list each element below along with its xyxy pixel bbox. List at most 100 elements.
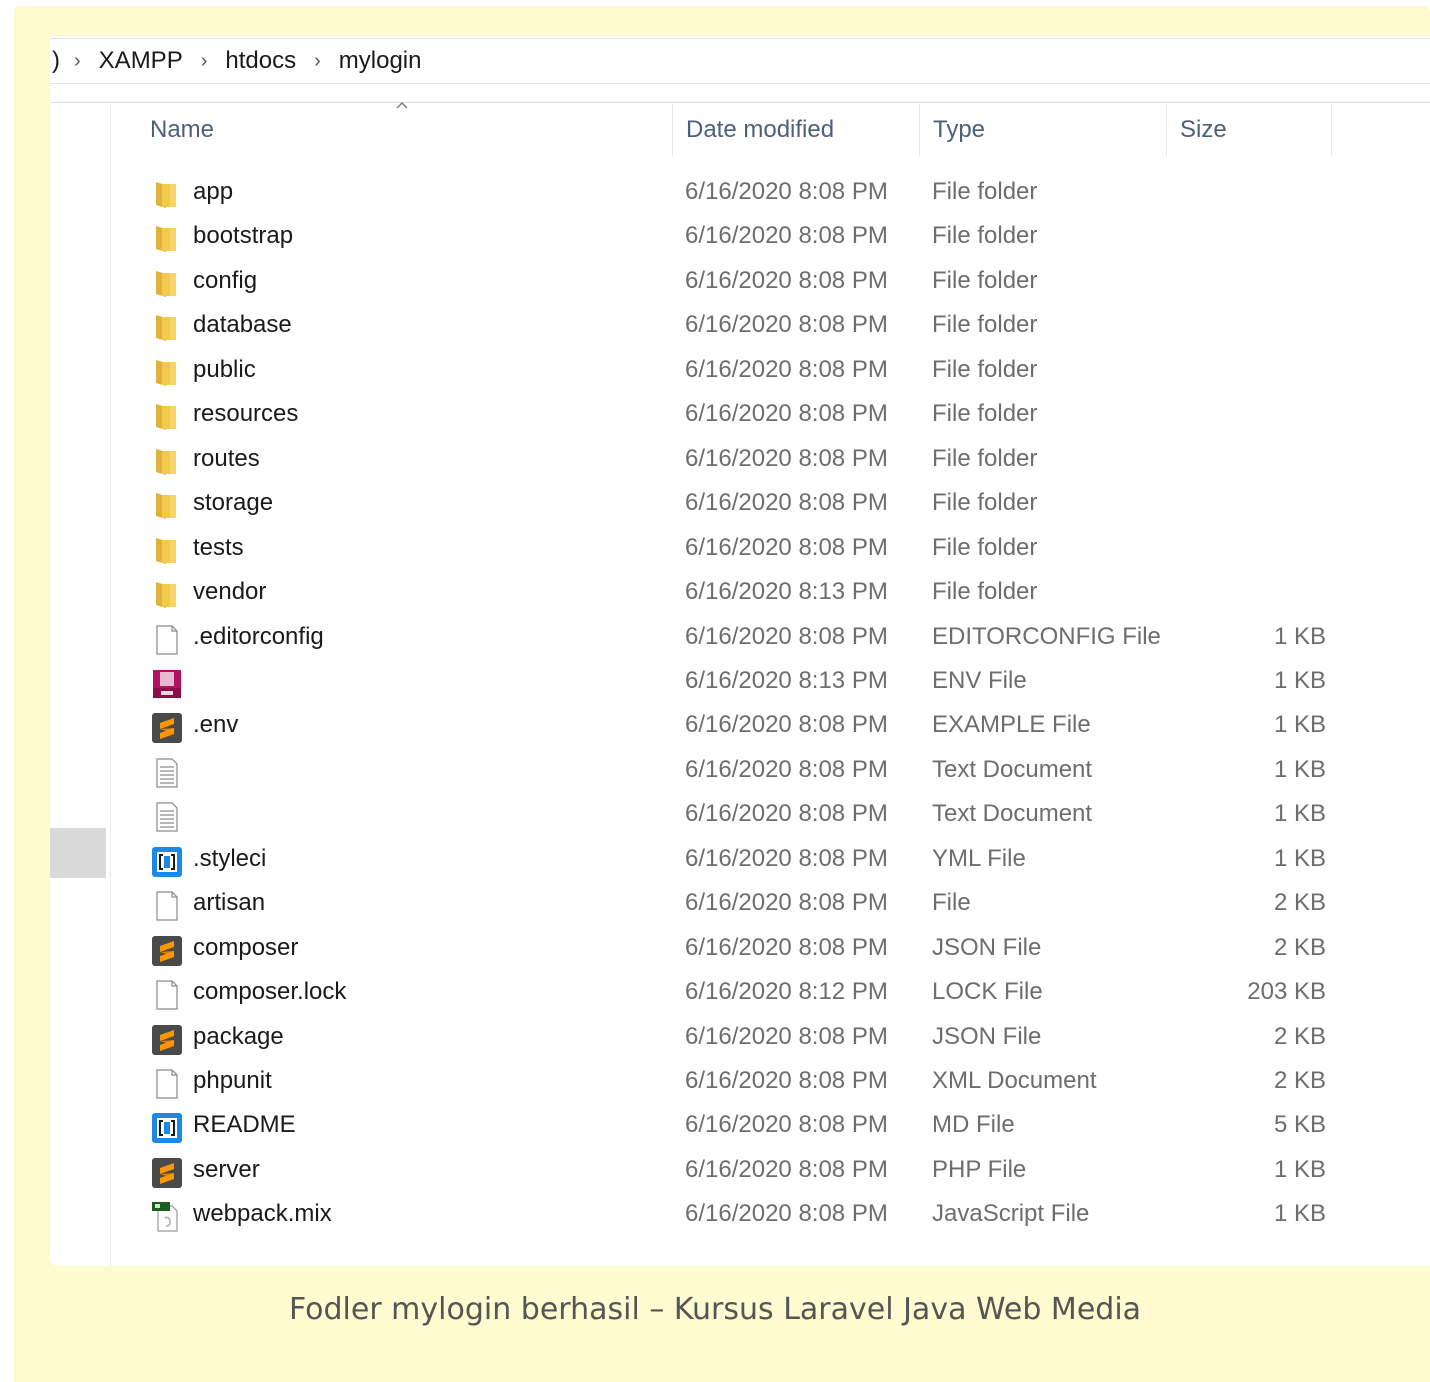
file-name: tests [193,533,244,561]
file-type: File folder [932,311,1038,339]
file-size: 2 KB [1273,933,1326,961]
folder-icon [150,311,184,345]
column-separator[interactable] [919,104,920,156]
file-name: phpunit [193,1067,272,1094]
column-separator[interactable] [672,104,673,156]
file-date-modified: 6/16/2020 8:08 PM [685,444,888,472]
file-row[interactable]: composer.lock 6/16/2020 8:12 PM LOCK File 2… [146,972,1326,1016]
file-type: JSON File [932,1022,1042,1050]
file-name: bootstrap [193,222,294,250]
file-type: File folder [932,489,1038,517]
file-row[interactable]: .styleci 6/16/2020 8:08 PM YML File 1 KB [146,839,1326,883]
file-type: LOCK File [932,978,1043,1006]
file-date-modified: 6/16/2020 8:08 PM [685,311,888,339]
file-row[interactable]: artisan 6/16/2020 8:08 PM File 2 KB [146,883,1326,927]
file-name: resources [193,400,299,428]
file-date-modified: 6/16/2020 8:08 PM [685,266,888,294]
file-row[interactable]: server 6/16/2020 8:08 PM PHP File 1 KB [146,1150,1326,1194]
file-row[interactable]: resources 6/16/2020 8:08 PM File folder [146,394,1326,438]
file-row[interactable]: 6/16/2020 8:08 PM Text Document 1 KB [146,750,1326,794]
file-row[interactable]: public 6/16/2020 8:08 PM File folder [146,350,1326,394]
file-name: composer [193,933,299,961]
file-type: EXAMPLE File [932,711,1091,739]
file-date-modified: 6/16/2020 8:08 PM [685,400,888,428]
folder-icon [150,356,184,390]
file-date-modified: 6/16/2020 8:13 PM [685,666,888,694]
file-size: 1 KB [1273,800,1326,828]
breadcrumb[interactable]: ) › XAMPP › htdocs › mylogin [50,38,1430,84]
file-date-modified: 6/16/2020 8:08 PM [685,711,888,739]
file-type: JSON File [932,933,1042,961]
file-type: PHP File [932,1155,1027,1183]
file-name: webpack.mix [193,1200,332,1228]
blank-file-icon [150,623,184,657]
column-header-size[interactable]: Size [1180,104,1227,156]
breadcrumb-item-xampp[interactable]: XAMPP [99,47,183,75]
file-row[interactable]: config 6/16/2020 8:08 PM File folder [146,261,1326,305]
file-date-modified: 6/16/2020 8:08 PM [685,222,888,250]
file-date-modified: 6/16/2020 8:08 PM [685,1022,888,1050]
column-header-type[interactable]: Type [933,104,985,156]
file-date-modified: 6/16/2020 8:08 PM [685,178,888,205]
file-type: JavaScript File [932,1200,1090,1228]
file-row[interactable]: bootstrap 6/16/2020 8:08 PM File folder [146,216,1326,260]
file-row[interactable]: app 6/16/2020 8:08 PM File folder [146,172,1326,216]
file-type: File folder [932,355,1038,383]
file-row[interactable]: .env 6/16/2020 8:08 PM EXAMPLE File 1 KB [146,705,1326,749]
file-row[interactable]: routes 6/16/2020 8:08 PM File folder [146,439,1326,483]
file-date-modified: 6/16/2020 8:08 PM [685,1067,888,1094]
file-type: File folder [932,222,1038,250]
column-separator[interactable] [1331,104,1332,156]
navigation-pane-selection[interactable] [50,828,106,878]
chevron-right-icon: › [74,49,81,72]
file-name: storage [193,489,274,517]
file-row[interactable]: storage 6/16/2020 8:08 PM File folder [146,483,1326,527]
navigation-pane-border [110,104,111,1266]
file-row[interactable]: phpunit 6/16/2020 8:08 PM XML Document 2 KB [146,1061,1326,1105]
blank-file-icon [150,978,184,1012]
file-size: 1 KB [1273,666,1326,694]
column-header-date-modified[interactable]: Date modified [686,104,834,156]
file-name: vendor [193,578,267,606]
column-separator[interactable] [1166,104,1167,156]
file-date-modified: 6/16/2020 8:08 PM [685,1111,888,1139]
file-row[interactable]: vendor 6/16/2020 8:13 PM File folder [146,572,1326,616]
file-name: .styleci [193,844,267,872]
file-type: MD File [932,1111,1015,1139]
file-row[interactable]: webpack.mix 6/16/2020 8:08 PM JavaScript F… [146,1194,1326,1238]
column-header-name[interactable]: Name [150,104,214,156]
file-name: package [193,1022,284,1050]
file-row[interactable]: composer 6/16/2020 8:08 PM JSON File 2 KB [146,928,1326,972]
file-date-modified: 6/16/2020 8:08 PM [685,533,888,561]
figure-frame: ) › XAMPP › htdocs › mylogin Name Date m… [14,6,1430,1382]
file-type: XML Document [932,1067,1097,1094]
file-size: 2 KB [1273,1022,1326,1050]
file-row[interactable]: package 6/16/2020 8:08 PM JSON File 2 KB [146,1017,1326,1061]
folder-icon [150,222,184,256]
file-date-modified: 6/16/2020 8:08 PM [685,755,888,783]
file-row[interactable]: 6/16/2020 8:13 PM ENV File 1 KB [146,661,1326,705]
vscode-icon [150,845,184,879]
file-date-modified: 6/16/2020 8:13 PM [685,578,888,606]
text-document-icon [150,800,184,834]
file-type: ENV File [932,666,1027,694]
file-size: 203 KB [1247,978,1326,1006]
file-type: EDITORCONFIG File [932,622,1161,650]
breadcrumb-item-htdocs[interactable]: htdocs [225,47,296,75]
file-date-modified: 6/16/2020 8:08 PM [685,889,888,917]
file-row[interactable]: README 6/16/2020 8:08 PM MD File 5 KB [146,1105,1326,1149]
chevron-right-icon: › [200,49,208,72]
sort-ascending-icon [396,102,408,109]
folder-icon [150,178,184,212]
file-date-modified: 6/16/2020 8:08 PM [685,844,888,872]
breadcrumb-item-mylogin[interactable]: mylogin [339,47,422,75]
file-row[interactable]: 6/16/2020 8:08 PM Text Document 1 KB [146,794,1326,838]
file-size: 1 KB [1273,1155,1326,1183]
folder-icon [150,445,184,479]
file-row[interactable]: database 6/16/2020 8:08 PM File folder [146,305,1326,349]
file-name: routes [193,444,260,472]
js-file-icon [150,1200,184,1234]
file-row[interactable]: .editorconfig 6/16/2020 8:08 PM EDITORCONF… [146,617,1326,661]
file-row[interactable]: tests 6/16/2020 8:08 PM File folder [146,528,1326,572]
file-name: database [193,311,292,339]
